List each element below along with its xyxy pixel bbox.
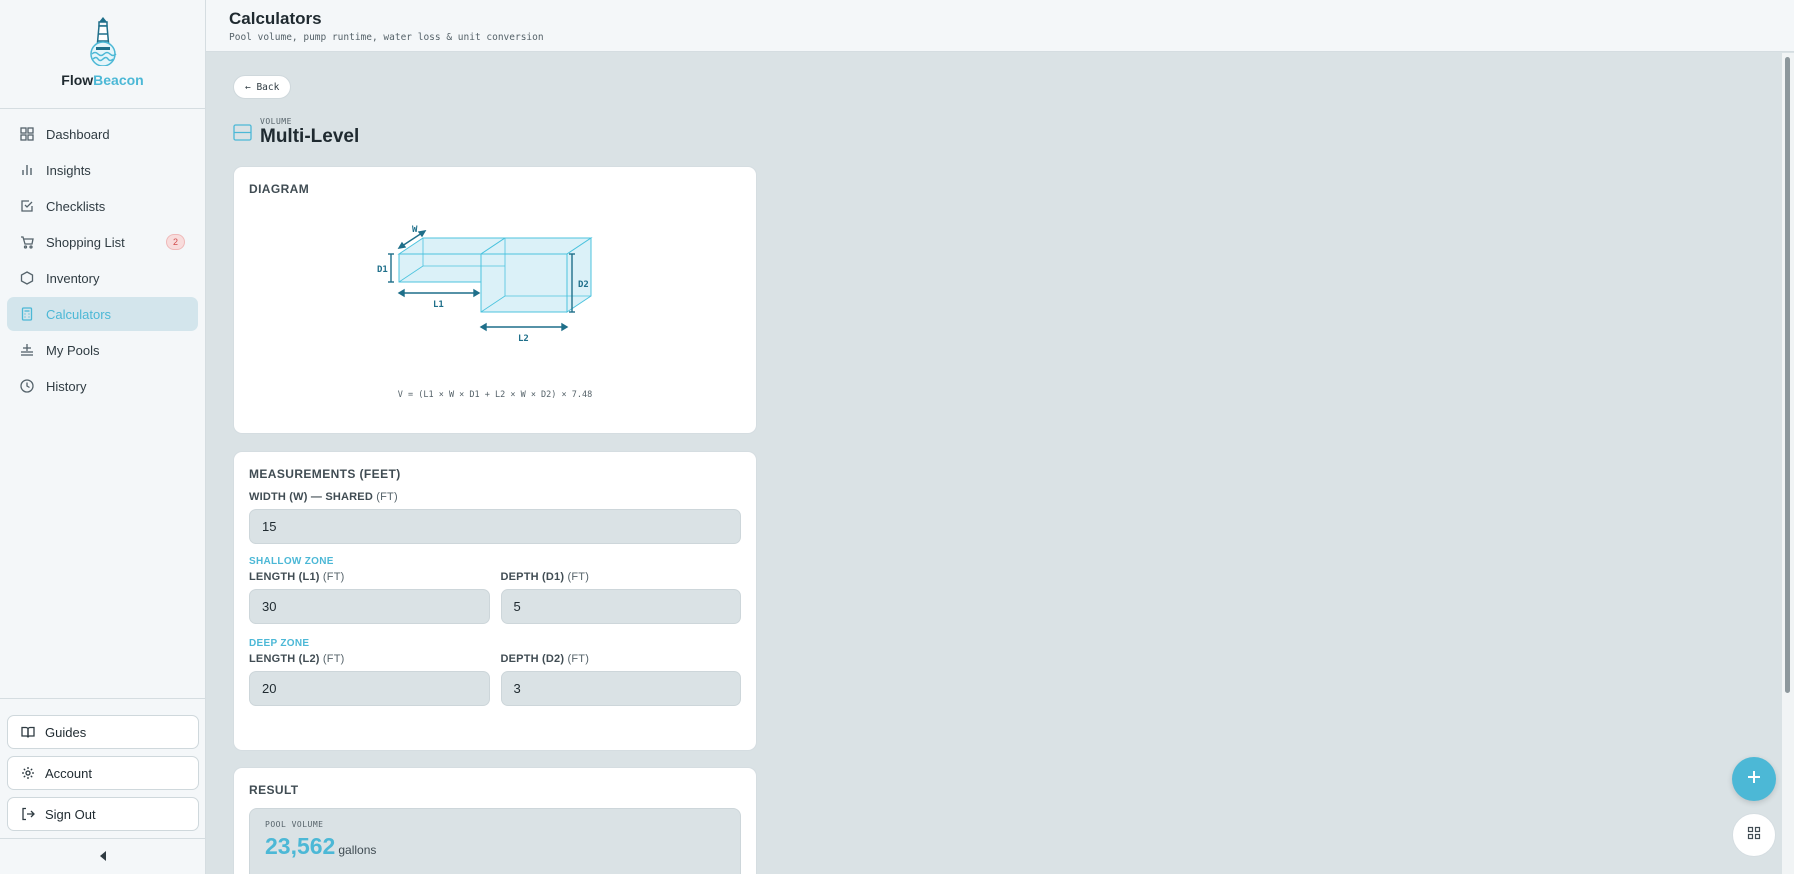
diagram-label-d2: D2 (578, 280, 589, 290)
l1-input[interactable]: 30 (249, 589, 490, 624)
sidebar-item-history[interactable]: History (7, 369, 198, 403)
diagram-heading: DIAGRAM (249, 182, 310, 196)
chevron-left-icon (99, 848, 107, 866)
diagram-label-l1: L1 (433, 300, 444, 310)
calculator-kicker: VOLUME (260, 117, 292, 126)
sidebar-item-checklists[interactable]: Checklists (7, 189, 198, 223)
main-content: ← Back VOLUME Multi-Level DIAGRAM W D1 L… (206, 53, 1782, 874)
sidebar-item-calculators[interactable]: Calculators (7, 297, 198, 331)
brand: FlowBeacon (0, 0, 205, 109)
result-kicker: POOL VOLUME (265, 820, 324, 829)
checkbox-icon (19, 199, 34, 214)
calculator-title-row: VOLUME Multi-Level (233, 117, 1755, 148)
sidebar-item-label: Shopping List (46, 234, 125, 250)
shopping-count-badge: 2 (165, 234, 185, 250)
result-heading: RESULT (249, 783, 299, 797)
result-card: RESULT POOL VOLUME 23,562 gallons (233, 767, 757, 874)
l2-input[interactable]: 20 (249, 671, 490, 706)
book-icon (20, 725, 35, 740)
add-fab-button[interactable] (1732, 757, 1776, 801)
sidebar-item-label: Inventory (46, 270, 100, 286)
account-label: Account (45, 765, 92, 781)
gear-icon (20, 766, 35, 781)
back-button[interactable]: ← Back (233, 75, 292, 99)
width-label: WIDTH (W) — SHARED (FT) (249, 491, 398, 503)
d1-input[interactable]: 5 (500, 589, 741, 624)
l1-label: LENGTH (L1) (FT) (249, 571, 345, 583)
plus-icon (1747, 770, 1761, 789)
deep-zone-row: LENGTH (L2) (FT) 20 DEPTH (D2) (FT) 3 (249, 649, 741, 706)
guides-label: Guides (45, 724, 87, 740)
sidebar-nav: Dashboard Insights Checklists Shopping L… (0, 109, 205, 413)
lighthouse-logo-icon (87, 16, 119, 66)
pool-volume-value: 23,562 gallons (265, 833, 377, 859)
sidebar-item-my-pools[interactable]: My Pools (7, 333, 198, 367)
sidebar: FlowBeacon Dashboard Insights Checklists… (0, 0, 206, 874)
cart-icon (19, 235, 34, 250)
shallow-zone-label: SHALLOW ZONE (249, 556, 334, 567)
diagram-label-w: W (412, 225, 418, 235)
sidebar-item-label: My Pools (46, 342, 100, 358)
multi-level-pool-diagram: W D1 L1 D2 L2 (377, 225, 593, 344)
deep-zone-label: DEEP ZONE (249, 638, 310, 649)
measurements-card: MEASUREMENTS (FEET) WIDTH (W) — SHARED (… (233, 451, 757, 751)
page-header: Calculators Pool volume, pump runtime, w… (206, 0, 1794, 52)
sign-out-button[interactable]: Sign Out (7, 797, 199, 831)
diagram-label-d1: D1 (377, 265, 388, 275)
pool-diagram: W D1 L1 D2 L2 (249, 216, 741, 356)
measurements-heading: MEASUREMENTS (FEET) (249, 467, 401, 481)
multi-level-icon (233, 124, 252, 141)
collapse-sidebar-button[interactable] (0, 838, 206, 874)
guides-button[interactable]: Guides (7, 715, 199, 749)
pool-volume-unit: gallons (338, 843, 377, 857)
sidebar-item-inventory[interactable]: Inventory (7, 261, 198, 295)
pool-icon (19, 343, 34, 358)
diagram-label-l2: L2 (518, 334, 529, 344)
sidebar-item-label: Insights (46, 162, 91, 178)
hexagon-icon (19, 271, 34, 286)
sidebar-footer: Guides Account Sign Out (0, 698, 206, 874)
shallow-zone-row: LENGTH (L1) (FT) 30 DEPTH (D1) (FT) 5 (249, 567, 741, 624)
page-title: Calculators (229, 9, 322, 28)
d2-input[interactable]: 3 (500, 671, 741, 706)
grid-icon (19, 127, 34, 142)
volume-formula: V = (L1 × W × D1 + L2 × W × D2) × 7.48 (397, 390, 593, 400)
calculator-icon (19, 307, 34, 322)
sidebar-item-insights[interactable]: Insights (7, 153, 198, 187)
width-input[interactable]: 15 (249, 509, 741, 544)
brand-name: FlowBeacon (61, 72, 144, 88)
sign-out-label: Sign Out (45, 806, 96, 822)
grid-icon (1747, 826, 1761, 845)
sidebar-item-label: Dashboard (46, 126, 110, 142)
d1-label: DEPTH (D1) (FT) (500, 571, 590, 583)
sidebar-item-label: Calculators (46, 306, 112, 322)
scrollbar-thumb[interactable] (1785, 57, 1790, 693)
main-scrollbar[interactable] (1782, 53, 1794, 874)
account-button[interactable]: Account (7, 756, 199, 790)
l2-label: LENGTH (L2) (FT) (249, 653, 345, 665)
page-subtitle: Pool volume, pump runtime, water loss & … (229, 32, 544, 43)
clock-icon (19, 379, 34, 394)
bar-chart-icon (19, 163, 34, 178)
sidebar-item-shopping-list[interactable]: Shopping List 2 (7, 225, 198, 259)
sidebar-item-label: Checklists (46, 198, 106, 214)
sidebar-item-dashboard[interactable]: Dashboard (7, 117, 198, 151)
sign-out-icon (20, 807, 35, 822)
d2-label: DEPTH (D2) (FT) (500, 653, 590, 665)
result-box: POOL VOLUME 23,562 gallons (249, 808, 741, 874)
apps-fab-button[interactable] (1732, 813, 1776, 857)
diagram-card: DIAGRAM W D1 L1 D2 L2 V = (L1 × W × D1 +… (233, 166, 757, 434)
calculator-title: Multi-Level (260, 126, 360, 147)
sidebar-item-label: History (46, 378, 87, 394)
